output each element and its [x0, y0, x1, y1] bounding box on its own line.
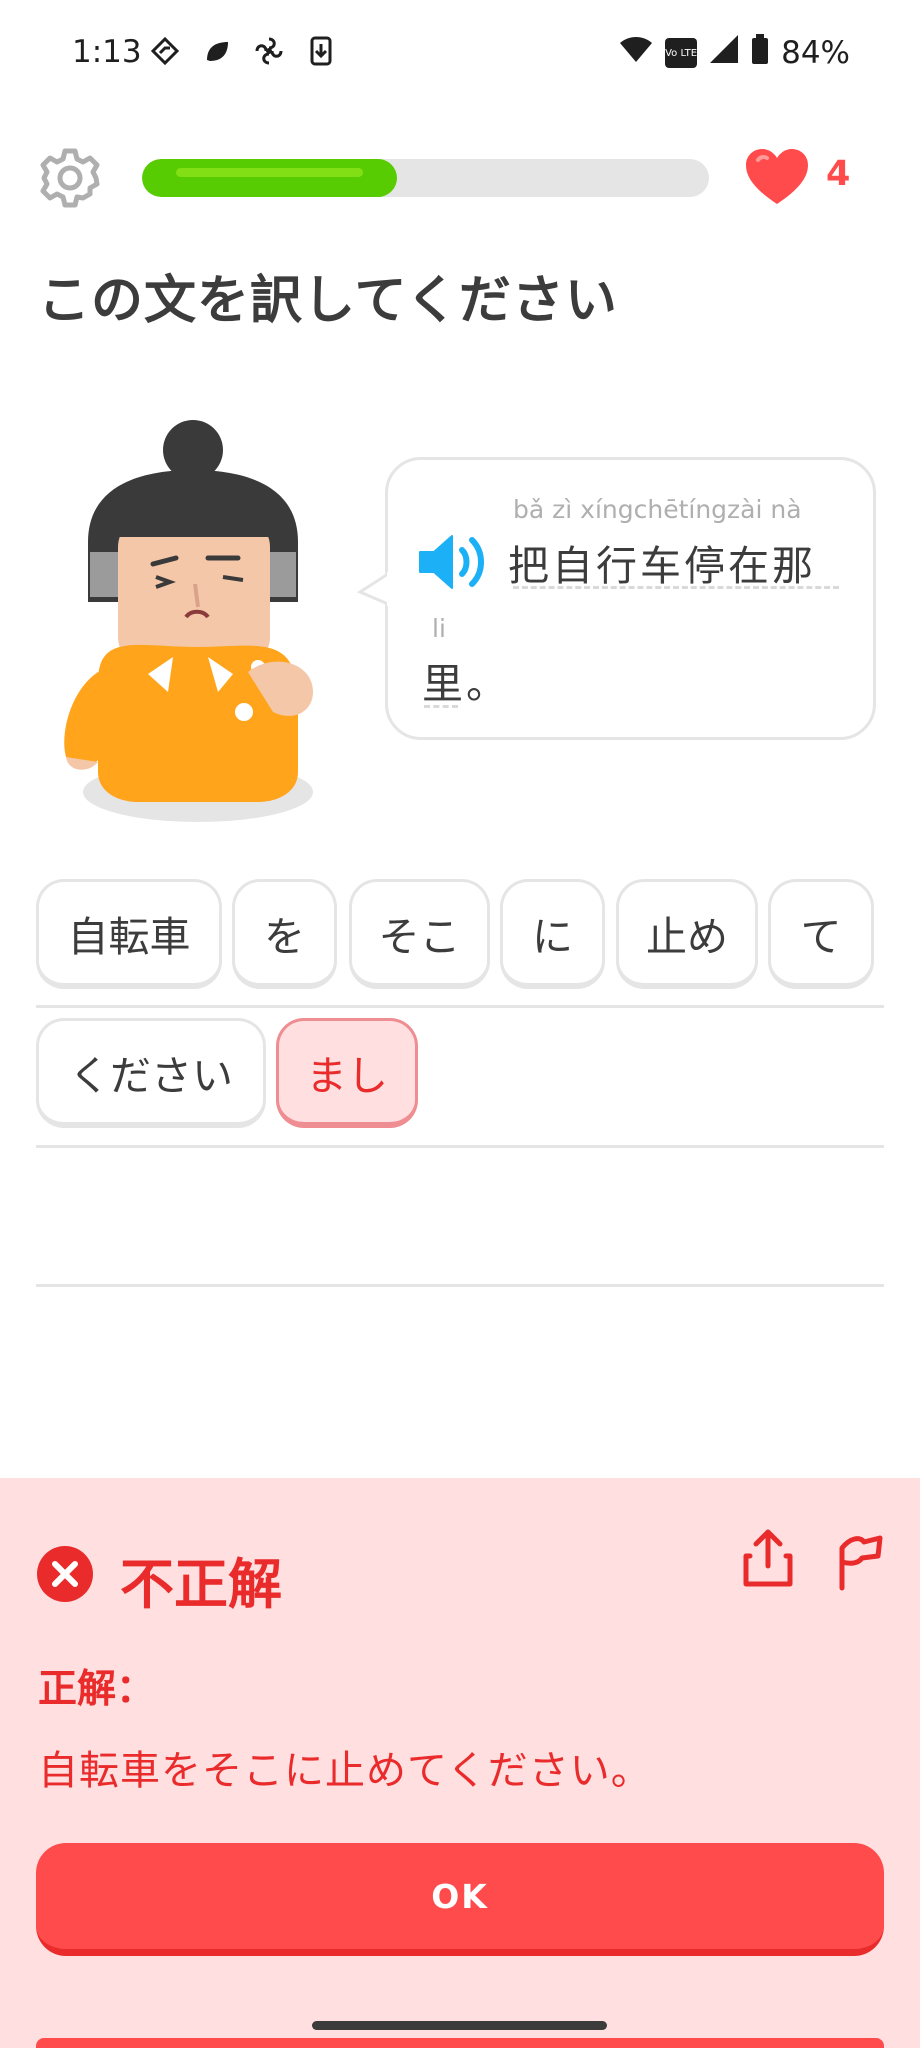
leaf-icon	[202, 36, 232, 66]
word-chip-label: 止め	[646, 912, 728, 961]
word-chip[interactable]: を	[232, 879, 337, 989]
hanzi-line-1[interactable]: 把自行车停在那	[508, 532, 816, 592]
status-right: Vo LTE 84%	[619, 34, 850, 72]
hanzi-underline-2	[424, 705, 458, 708]
instruction-title: この文を訳してください	[38, 271, 618, 331]
pinyin-line-1: bǎ zì xíngchētíngzài nà	[513, 495, 802, 524]
signal-icon	[709, 34, 739, 72]
volte-icon: Vo LTE	[665, 38, 698, 68]
word-chip[interactable]: そこ	[349, 879, 490, 989]
word-chip-incorrect[interactable]: まし	[276, 1018, 418, 1128]
ok-button[interactable]: OK	[36, 1843, 884, 1956]
correct-answer-label: 正解：	[38, 1667, 156, 1712]
battery-percent: 84%	[781, 35, 850, 71]
progress-fill	[142, 159, 398, 197]
hanzi-line-2[interactable]: 里。	[422, 650, 510, 710]
answer-line-3	[36, 1284, 884, 1287]
pinwheel-icon	[254, 36, 284, 66]
speaker-icon[interactable]	[418, 532, 492, 592]
lesson-progress-bar	[142, 159, 709, 197]
word-chip-label: そこ	[378, 912, 461, 961]
report-flag-icon[interactable]	[830, 1528, 886, 1592]
speech-bubble-tail	[356, 572, 392, 606]
word-chip-label: 自転車	[67, 912, 191, 961]
hanzi-underline-1	[513, 586, 839, 589]
word-chip[interactable]: ください	[36, 1018, 266, 1128]
home-indicator[interactable]	[312, 2021, 607, 2030]
share-icon[interactable]	[740, 1528, 796, 1592]
word-chip-label: ください	[69, 1051, 233, 1100]
bottom-button-edge	[36, 2038, 884, 2048]
word-chip[interactable]: 止め	[616, 879, 758, 989]
word-chip-label: て	[800, 912, 842, 961]
status-left-icons	[150, 36, 336, 66]
incorrect-x-icon	[36, 1545, 94, 1603]
word-chip[interactable]: て	[768, 879, 874, 989]
word-chip[interactable]: 自転車	[36, 879, 222, 989]
verdict-label: 不正解	[120, 1553, 282, 1616]
settings-gear-icon[interactable]	[38, 146, 102, 210]
answer-line-1	[36, 1005, 884, 1008]
word-chip-label: に	[532, 912, 573, 961]
wifi-icon	[619, 35, 653, 71]
status-bar: 1:13 Vo LTE 84%	[0, 0, 920, 110]
correct-answer-text: 自転車をそこに止めてください。	[38, 1748, 652, 1794]
answer-line-2	[36, 1145, 884, 1148]
lily-character-illustration	[58, 412, 338, 832]
battery-icon	[751, 34, 769, 72]
word-chip[interactable]: に	[500, 879, 605, 989]
word-chip-label: を	[264, 912, 305, 961]
navigation-icon	[150, 36, 180, 66]
status-time: 1:13	[72, 34, 142, 70]
word-chip-label: まし	[306, 1051, 388, 1100]
pinyin-line-2: li	[432, 614, 446, 643]
download-icon	[306, 36, 336, 66]
heart-icon[interactable]	[744, 148, 810, 206]
lives-count: 4	[826, 154, 851, 194]
